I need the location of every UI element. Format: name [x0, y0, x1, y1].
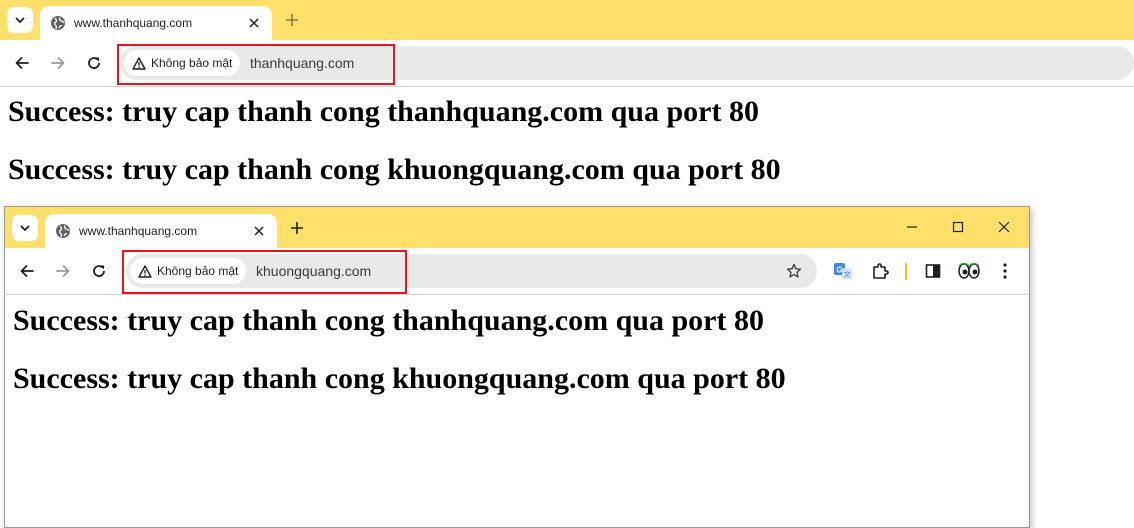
- tab-thanhquang[interactable]: www.thanhquang.com: [45, 214, 277, 248]
- reload-icon[interactable]: [80, 49, 108, 77]
- eyes-icon[interactable]: [956, 258, 982, 284]
- highlight-box: [122, 250, 407, 294]
- window-close-icon[interactable]: [989, 215, 1019, 239]
- success-line-1: Success: truy cap thanh cong thanhquang.…: [8, 95, 759, 128]
- tab-strip: www.thanhquang.com: [5, 207, 1029, 248]
- tab-strip: www.thanhquang.com: [0, 0, 1134, 40]
- front-browser-window: www.thanhquang.com Không bảo mật khuongq…: [4, 206, 1030, 528]
- chevron-down-icon: [15, 17, 25, 23]
- highlight-box: [117, 44, 395, 85]
- forward-arrow-icon[interactable]: [44, 49, 72, 77]
- svg-text:文: 文: [844, 270, 851, 279]
- side-panel-icon[interactable]: [920, 258, 946, 284]
- tab-title: www.thanhquang.com: [79, 224, 198, 238]
- star-icon[interactable]: [781, 258, 807, 284]
- translate-icon[interactable]: G文: [830, 258, 856, 284]
- chevron-down-icon: [20, 225, 30, 231]
- forward-arrow-icon[interactable]: [49, 257, 77, 285]
- extensions-icon[interactable]: [867, 258, 893, 284]
- close-icon[interactable]: [249, 221, 269, 241]
- tab-title: www.thanhquang.com: [74, 16, 193, 30]
- close-icon[interactable]: [244, 13, 264, 33]
- plus-icon[interactable]: [285, 216, 309, 240]
- toolbar-divider: [905, 263, 907, 280]
- back-arrow-icon[interactable]: [8, 49, 36, 77]
- tab-search-button[interactable]: [7, 7, 33, 33]
- menu-dots-icon[interactable]: [992, 258, 1018, 284]
- tab-thanhquang[interactable]: www.thanhquang.com: [40, 6, 272, 40]
- success-line-2: Success: truy cap thanh cong khuongquang…: [13, 362, 786, 395]
- tab-search-button[interactable]: [12, 215, 38, 241]
- success-line-1: Success: truy cap thanh cong thanhquang.…: [13, 304, 764, 337]
- globe-icon: [50, 15, 66, 31]
- success-line-2: Success: truy cap thanh cong khuongquang…: [8, 153, 781, 186]
- plus-icon[interactable]: [280, 8, 304, 32]
- globe-icon: [55, 223, 71, 239]
- minimize-icon[interactable]: [897, 215, 927, 239]
- back-arrow-icon[interactable]: [13, 257, 41, 285]
- maximize-icon[interactable]: [943, 215, 973, 239]
- reload-icon[interactable]: [85, 257, 113, 285]
- svg-text:G: G: [836, 266, 842, 275]
